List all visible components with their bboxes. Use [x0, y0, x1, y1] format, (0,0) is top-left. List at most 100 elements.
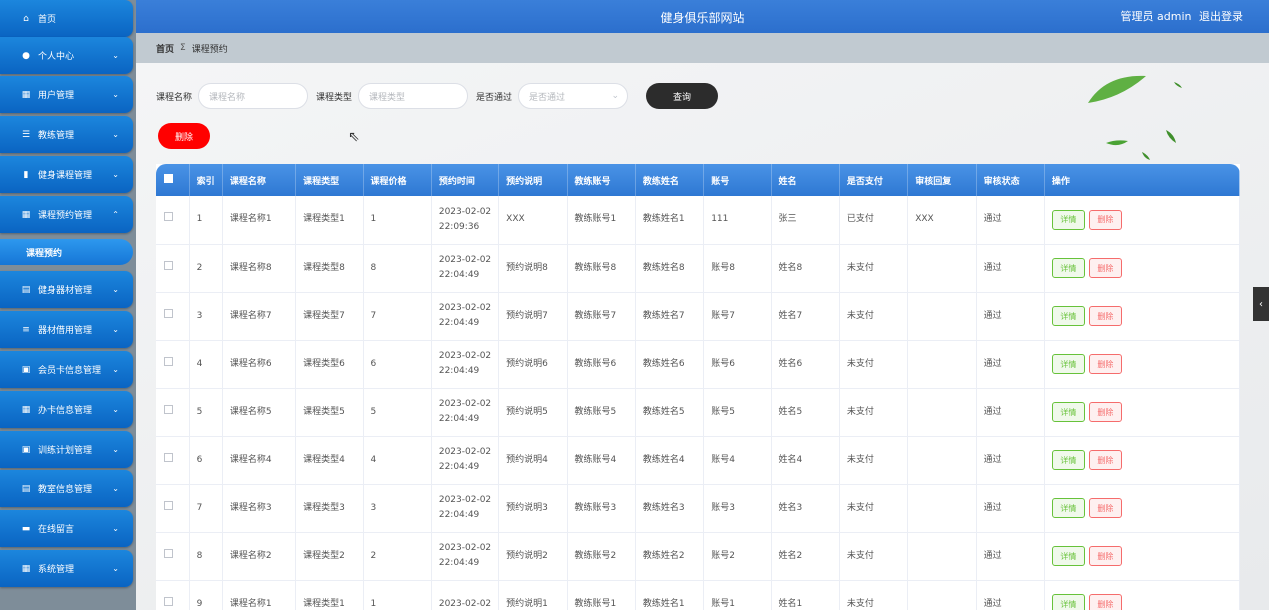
cell-coach-account: 教练账号6 — [567, 340, 636, 389]
row-checkbox[interactable] — [164, 452, 173, 462]
sidebar-item[interactable]: ▤ 健身器材管理 ⌄ — [0, 271, 133, 308]
delete-button[interactable]: 删除 — [1088, 594, 1122, 610]
sidebar-item[interactable]: ▮ 健身课程管理 ⌄ — [0, 156, 133, 193]
cell-course-type: 课程类型3 — [295, 484, 364, 533]
passed-select[interactable]: 是否通过 ⌄ — [518, 83, 629, 109]
admin-area: 管理员 admin 退出登录 — [1117, 8, 1243, 24]
cell-coach-account: 教练账号1 — [567, 580, 636, 610]
sidebar: ⌂ 首页 ● 个人中心 ⌄ ▦ 用户管理 ⌄ ☰ 教练管理 ⌄ ▮ 健身课程管理 ⌄ ▦ 课程预约管理 ⌃ 课程预… — [0, 0, 136, 610]
detail-button[interactable]: 详情 — [1051, 498, 1085, 518]
cell-reply — [907, 340, 977, 389]
sidebar-item[interactable]: ≡ 器材借用管理 ⌄ — [0, 311, 133, 348]
time-clock: 22:04:49 — [438, 414, 480, 424]
row-actions: 详情 删除 — [1051, 594, 1238, 610]
menu-icon: ▮ — [23, 169, 29, 180]
cell-name: 姓名5 — [771, 388, 840, 437]
passed-label: 是否通过 — [476, 92, 513, 103]
delete-button[interactable]: 删除 — [1088, 258, 1122, 278]
sidebar-subitem-course-booking[interactable]: 课程预约 — [0, 239, 133, 265]
row-checkbox[interactable] — [164, 548, 173, 558]
cell-price: 7 — [363, 292, 432, 341]
detail-button[interactable]: 详情 — [1051, 450, 1085, 470]
cell-price: 2 — [363, 532, 432, 581]
delete-button[interactable]: 删除 — [1088, 402, 1122, 422]
search-bar: 课程名称 课程名称 课程类型 课程类型 是否通过 是否通过 ⌄ 查询 — [156, 83, 719, 109]
detail-button[interactable]: 详情 — [1051, 258, 1085, 278]
chevron-down-icon: ⌄ — [112, 129, 119, 139]
select-all-cell[interactable] — [156, 164, 190, 196]
sidebar-item[interactable]: ▤ 教室信息管理 ⌄ — [0, 470, 133, 507]
row-checkbox[interactable] — [164, 260, 173, 270]
cell-coach-name: 教练姓名4 — [635, 436, 705, 485]
delete-button[interactable]: 删除 — [1088, 306, 1122, 326]
booking-table: 索引 课程名称 课程类型 课程价格 预约时间 预约说明 教练账号 教练姓名 账号 姓名 是否支付 审核… — [156, 164, 1240, 610]
table-row: 8 课程名称2 课程类型2 2 2023-02-02 22:04:49 预约说明2 教练账号2… — [156, 532, 1240, 581]
batch-delete-button[interactable]: 删除 — [158, 123, 210, 149]
sidebar-item[interactable]: ▦ 课程预约管理 ⌃ — [0, 196, 133, 233]
menu-icon: ▦ — [21, 209, 31, 220]
sidebar-item[interactable]: ▣ 会员卡信息管理 ⌄ — [0, 351, 133, 388]
sidebar-item[interactable]: ● 个人中心 ⌄ — [0, 37, 133, 74]
cell-name: 姓名3 — [771, 484, 840, 533]
sidebar-item-label: 训练计划管理 — [38, 446, 93, 456]
cell-account: 账号5 — [703, 388, 772, 437]
course-name-input[interactable]: 课程名称 — [198, 83, 309, 109]
cell-actions: 详情 删除 — [1044, 436, 1240, 485]
sidebar-item[interactable]: ▦ 用户管理 ⌄ — [0, 76, 133, 113]
cell-course-name: 课程名称6 — [222, 340, 297, 389]
column-header: 索引 — [189, 164, 223, 196]
leaf-decoration — [1088, 75, 1182, 160]
delete-button[interactable]: 删除 — [1088, 498, 1122, 518]
sidebar-item[interactable]: ☰ 教练管理 ⌄ — [0, 116, 133, 153]
row-checkbox[interactable] — [164, 596, 173, 606]
chevron-down-icon: ⌄ — [112, 364, 119, 374]
table-row: 2 课程名称8 课程类型8 8 2023-02-02 22:04:49 预约说明8 教练账号8… — [156, 244, 1240, 293]
row-checkbox[interactable] — [164, 404, 173, 414]
cell-note: XXX — [498, 196, 568, 245]
delete-button[interactable]: 删除 — [1088, 546, 1122, 566]
time-clock: 22:04:49 — [438, 462, 480, 472]
cell-course-type: 课程类型4 — [295, 436, 364, 485]
logout-link[interactable]: 退出登录 — [1199, 10, 1243, 23]
cell-status: 通过 — [976, 244, 1045, 293]
detail-button[interactable]: 详情 — [1051, 546, 1085, 566]
delete-button[interactable]: 删除 — [1088, 354, 1122, 374]
detail-button[interactable]: 详情 — [1051, 402, 1085, 422]
delete-button[interactable]: 删除 — [1088, 450, 1122, 470]
sidebar-item[interactable]: ⌂ 首页 — [0, 0, 133, 37]
select-all-checkbox[interactable] — [164, 174, 173, 183]
sidebar-item-label: 课程预约管理 — [38, 211, 93, 221]
query-button[interactable]: 查询 — [646, 83, 719, 109]
time-clock: 22:04:49 — [438, 318, 480, 328]
cell-coach-name: 教练姓名1 — [635, 196, 705, 245]
sidebar-item[interactable]: ▣ 训练计划管理 ⌄ — [0, 431, 133, 468]
row-checkbox[interactable] — [164, 356, 173, 366]
cell-time: 2023-02-02 22:04:49 — [431, 484, 500, 533]
detail-button[interactable]: 详情 — [1051, 354, 1085, 374]
cell-coach-account: 教练账号8 — [567, 244, 636, 293]
cell-coach-name: 教练姓名7 — [635, 292, 705, 341]
sidebar-item[interactable]: ▦ 办卡信息管理 ⌄ — [0, 391, 133, 428]
row-checkbox[interactable] — [164, 308, 173, 318]
course-type-input[interactable]: 课程类型 — [358, 83, 469, 109]
cell-name: 姓名8 — [771, 244, 840, 293]
row-checkbox[interactable] — [164, 212, 173, 222]
sidebar-item[interactable]: ▬ 在线留言 ⌄ — [0, 510, 133, 547]
cell-paid: 未支付 — [839, 580, 909, 610]
row-actions: 详情 删除 — [1051, 209, 1238, 230]
column-header: 课程价格 — [363, 164, 432, 196]
row-actions: 详情 删除 — [1051, 258, 1238, 278]
cell-reply — [907, 388, 977, 437]
sidebar-item[interactable]: ▦ 系统管理 ⌄ — [0, 550, 133, 587]
chevron-left-icon[interactable]: ‹ — [1253, 287, 1269, 321]
detail-button[interactable]: 详情 — [1051, 594, 1085, 610]
breadcrumb-home[interactable]: 首页 — [156, 42, 174, 55]
row-checkbox[interactable] — [164, 500, 173, 510]
time-date: 2023-02-02 — [438, 543, 492, 553]
cell-status: 通过 — [976, 436, 1045, 485]
detail-button[interactable]: 详情 — [1051, 306, 1085, 326]
time-date: 2023-02-02 — [438, 255, 492, 265]
delete-button[interactable]: 删除 — [1088, 209, 1122, 230]
detail-button[interactable]: 详情 — [1051, 209, 1085, 230]
cell-coach-account: 教练账号4 — [567, 436, 636, 485]
